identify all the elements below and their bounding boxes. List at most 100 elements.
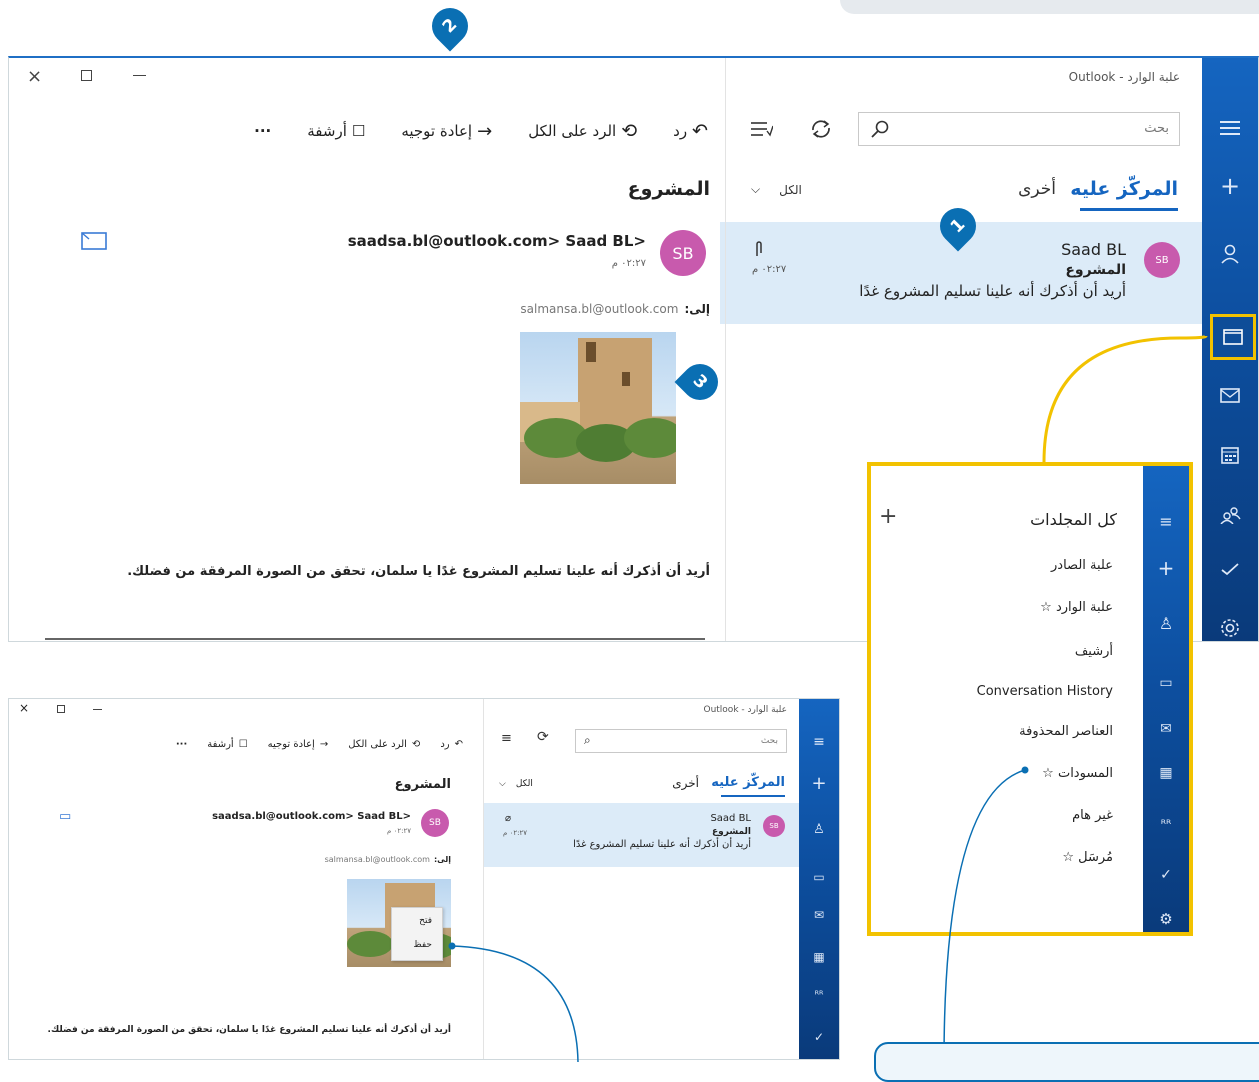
reading-toolbar: ↶ رد ⟲ الرد على الكل → إعادة توجيه ☐ أرشفة ·…: [176, 739, 463, 750]
note-box: [874, 1042, 1259, 1082]
people-icon[interactable]: [1216, 506, 1244, 524]
reply-icon: ↶: [692, 120, 708, 142]
filter-label: الكل: [779, 182, 802, 197]
hamburger-icon[interactable]: ≡: [1154, 514, 1178, 530]
tab-other[interactable]: أخرى: [1018, 179, 1056, 199]
people-icon[interactable]: ᴿᴿ: [1154, 818, 1178, 830]
pane-divider: [725, 58, 726, 641]
context-open[interactable]: فتح: [419, 916, 432, 926]
reading-to: إلى: salmansa.bl@outlook.com: [520, 302, 710, 316]
close-window-icon[interactable]: ×: [19, 701, 29, 715]
message-subject: المشروع: [712, 827, 751, 837]
maximize-window-icon[interactable]: [81, 70, 92, 81]
folder-icon[interactable]: ▭: [1154, 676, 1178, 690]
sync-icon[interactable]: [809, 118, 833, 140]
avatar: SB: [763, 815, 785, 837]
reply-all-button[interactable]: ⟲ الرد على الكل: [348, 739, 420, 750]
reply-button[interactable]: ↶ رد: [673, 120, 708, 142]
add-folder-button[interactable]: +: [879, 504, 897, 529]
sync-icon[interactable]: ⟳: [537, 729, 549, 745]
accounts-icon[interactable]: ♙: [1154, 616, 1178, 632]
todo-check-icon[interactable]: [1216, 562, 1244, 576]
forward-button[interactable]: → إعادة توجيه: [268, 739, 329, 750]
folder-drafts[interactable]: المسودات ☆: [1042, 766, 1113, 781]
search-box[interactable]: بحث ⌕: [575, 729, 787, 753]
chevron-down-icon: ⌵: [751, 182, 761, 196]
folder-inbox[interactable]: علبة الوارد ☆: [1040, 600, 1113, 615]
hamburger-icon[interactable]: [1216, 120, 1244, 136]
tab-focused-underline: [1080, 208, 1178, 211]
filter-list-icon[interactable]: ≡: [501, 731, 512, 746]
more-button[interactable]: ···: [176, 739, 187, 750]
open-in-folder-icon[interactable]: ▭: [59, 809, 71, 824]
tab-focused[interactable]: المركّز عليه: [1070, 178, 1178, 200]
accounts-icon[interactable]: ♙: [809, 823, 829, 836]
message-row-selected[interactable]: SB Saad BL المشروع أريد أن أذكرك أنه علي…: [483, 803, 799, 867]
reading-body: أريد أن أذكرك أنه علينا تسليم المشروع غد…: [47, 1025, 451, 1035]
reading-avatar: SB: [421, 809, 449, 837]
plus-icon[interactable]: +: [809, 775, 829, 793]
people-icon[interactable]: ᴿᴿ: [809, 991, 829, 1001]
new-mail-plus-icon[interactable]: +: [1216, 174, 1244, 198]
settings-gear-icon[interactable]: [1216, 618, 1244, 638]
calendar-icon[interactable]: [1216, 446, 1244, 464]
folder-outbox[interactable]: علبة الصادر: [1051, 558, 1113, 573]
folder-conversation-history[interactable]: Conversation History: [977, 684, 1113, 699]
context-save[interactable]: حفظ: [413, 940, 432, 950]
reply-button[interactable]: ↶ رد: [440, 739, 463, 750]
minimize-window-icon[interactable]: [93, 709, 102, 710]
forward-arrow-icon: →: [319, 739, 329, 750]
attachment-icon: ⌀: [505, 813, 512, 824]
attachment-icon: [756, 241, 762, 256]
chevron-down-icon: ⌵: [499, 779, 506, 789]
filter-dropdown[interactable]: ⌵ الكل: [751, 182, 802, 197]
forward-arrow-icon: →: [477, 120, 493, 142]
mail-icon[interactable]: ✉: [809, 909, 829, 921]
mail-icon[interactable]: [1216, 388, 1244, 403]
folders-title: كل المجلدات: [1030, 510, 1117, 529]
folder-icon[interactable]: ▭: [809, 871, 829, 883]
todo-check-icon[interactable]: ✓: [1154, 868, 1178, 882]
reading-scrollbar[interactable]: [45, 638, 705, 640]
calendar-icon[interactable]: ▦: [1154, 766, 1178, 780]
minimize-window-icon[interactable]: [133, 75, 146, 76]
callout-2: 2: [424, 0, 476, 52]
folder-deleted-items[interactable]: العناصر المحذوفة: [1019, 724, 1113, 739]
folder-archive[interactable]: أرشيف: [1075, 644, 1113, 659]
forward-button[interactable]: → إعادة توجيه: [401, 120, 492, 142]
hamburger-icon[interactable]: ≡: [809, 735, 829, 749]
filter-list-icon[interactable]: [751, 120, 773, 138]
window-title: علبة الوارد - Outlook: [703, 705, 787, 715]
calendar-icon[interactable]: ▦: [809, 951, 829, 963]
message-preview: أريد أن أذكرك أنه علينا تسليم المشروع غد…: [859, 282, 1126, 300]
search-icon[interactable]: ⌕: [584, 733, 591, 748]
folder-sent[interactable]: مُرسَل ☆: [1062, 850, 1113, 865]
archive-button[interactable]: ☐ أرشفة: [307, 120, 365, 142]
filter-dropdown[interactable]: ⌵ الكل: [499, 779, 533, 789]
folder-junk[interactable]: غير هام: [1072, 808, 1113, 823]
message-sender: Saad BL: [1061, 240, 1126, 259]
archive-icon: ☐: [238, 739, 248, 750]
attached-image[interactable]: [520, 332, 676, 484]
tab-other[interactable]: أخرى: [672, 776, 699, 790]
search-placeholder: بحث: [760, 736, 778, 746]
more-button[interactable]: ···: [254, 120, 271, 142]
reply-icon: ↶: [454, 739, 463, 750]
close-window-icon[interactable]: ×: [27, 66, 42, 87]
reading-toolbar: ↶ رد ⟲ الرد على الكل → إعادة توجيه ☐ أرشفة ·…: [254, 120, 708, 142]
open-in-folder-icon[interactable]: [81, 230, 107, 250]
maximize-window-icon[interactable]: [57, 705, 65, 713]
accounts-icon[interactable]: [1216, 244, 1244, 264]
plus-icon[interactable]: +: [1154, 558, 1178, 578]
mail-icon[interactable]: ✉: [1154, 722, 1178, 736]
settings-gear-icon[interactable]: ⚙: [1154, 912, 1178, 927]
context-menu: فتح حفظ: [391, 907, 443, 961]
archive-button[interactable]: ☐ أرشفة: [207, 739, 247, 750]
search-icon[interactable]: [871, 120, 889, 138]
reply-all-button[interactable]: ⟲ الرد على الكل: [528, 120, 637, 142]
todo-check-icon[interactable]: ✓: [809, 1031, 829, 1043]
search-box[interactable]: بحث: [858, 112, 1180, 146]
reading-body: أريد أن أذكرك أنه علينا تسليم المشروع غد…: [127, 564, 710, 579]
tab-focused[interactable]: المركّز عليه: [711, 775, 785, 790]
window-title: علبة الوارد - Outlook: [1068, 70, 1180, 84]
